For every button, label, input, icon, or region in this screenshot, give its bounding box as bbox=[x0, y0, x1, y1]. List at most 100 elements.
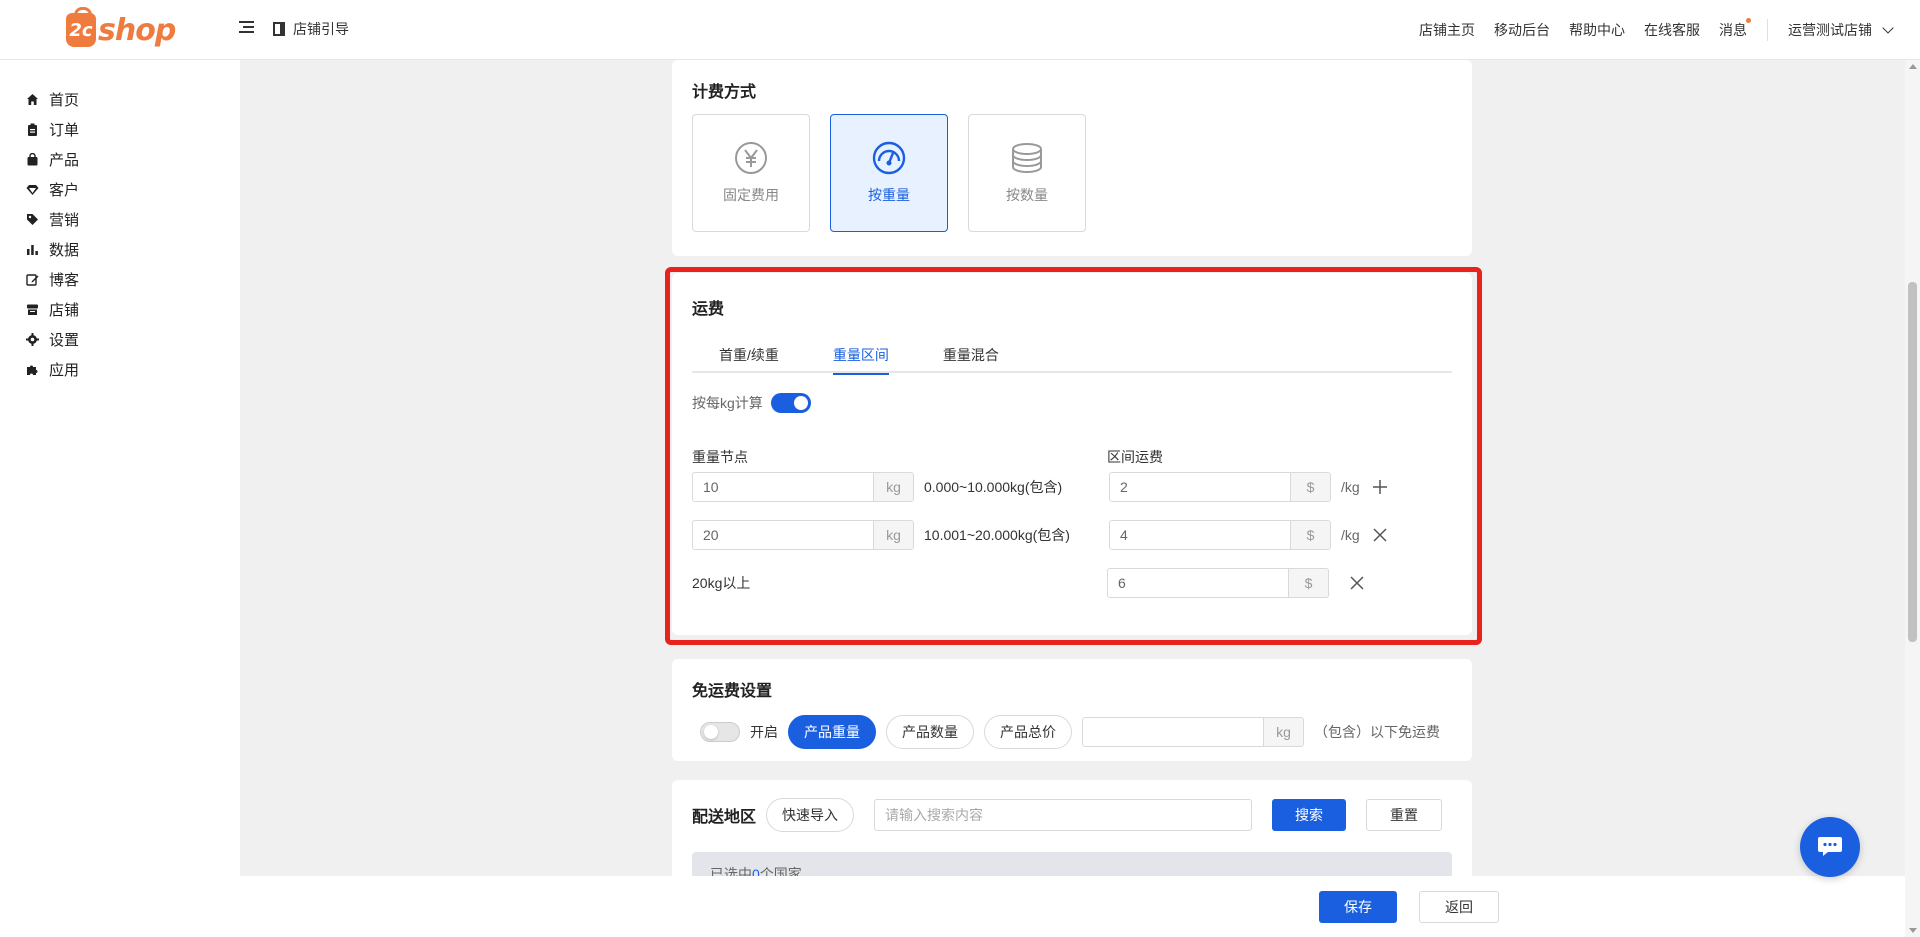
nav-mobile-admin[interactable]: 移动后台 bbox=[1494, 20, 1550, 40]
back-button[interactable]: 返回 bbox=[1419, 891, 1499, 923]
fee-input[interactable]: 4 bbox=[1110, 521, 1290, 549]
free-option-total[interactable]: 产品总价 bbox=[984, 715, 1072, 749]
page-scrollbar[interactable] bbox=[1905, 60, 1920, 937]
database-icon bbox=[1012, 143, 1042, 173]
scroll-down-icon[interactable] bbox=[1909, 928, 1917, 933]
sidebar-item-orders[interactable]: 订单 bbox=[0, 114, 240, 144]
region-toolbar: 配送地区 快速导入 请输入搜索内容 搜索 重置 bbox=[692, 798, 1452, 832]
region-search-input[interactable]: 请输入搜索内容 bbox=[874, 799, 1253, 831]
nav-help-center[interactable]: 帮助中心 bbox=[1569, 20, 1625, 40]
weight-unit: kg bbox=[873, 473, 913, 501]
reset-button[interactable]: 重置 bbox=[1366, 799, 1443, 831]
sidebar-item-label: 数据 bbox=[49, 241, 80, 259]
sidebar-item-label: 应用 bbox=[49, 361, 80, 379]
plus-icon[interactable] bbox=[1370, 477, 1390, 497]
sidebar-item-label: 设置 bbox=[49, 331, 80, 349]
per-kg-toggle[interactable] bbox=[770, 393, 811, 413]
weight-range-text: 0.000~10.000kg(包含) bbox=[924, 479, 1063, 495]
weight-input[interactable]: 20 bbox=[693, 521, 873, 549]
top-nav: 店铺主页 移动后台 帮助中心 在线客服 消息 运营测试店铺 bbox=[1400, 0, 1894, 60]
menu-toggle-icon[interactable] bbox=[239, 21, 254, 35]
footer-bar: 保存 返回 bbox=[240, 876, 1905, 937]
billing-option-label: 按重量 bbox=[868, 187, 910, 203]
bar-chart-icon bbox=[26, 243, 39, 256]
main-content: 计费方式 固定费用 按重量 按数量 运费 首重/续重 重量区间 重量混合 按每k… bbox=[240, 60, 1905, 937]
unread-dot bbox=[1746, 18, 1751, 23]
sidebar-item-label: 店铺 bbox=[49, 301, 80, 319]
nav-messages[interactable]: 消息 bbox=[1719, 18, 1751, 40]
sidebar-item-apps[interactable]: 应用 bbox=[0, 354, 240, 384]
fee-unit: $ bbox=[1290, 473, 1330, 501]
free-shipping-card: 免运费设置 开启 产品重量 产品数量 产品总价 kg （包含）以下免运费 bbox=[672, 659, 1472, 761]
chat-button[interactable] bbox=[1800, 817, 1860, 877]
sidebar-item-label: 营销 bbox=[49, 211, 80, 229]
sidebar-item-customers[interactable]: 客户 bbox=[0, 174, 240, 204]
free-shipping-row: 开启 产品重量 产品数量 产品总价 kg （包含）以下免运费 bbox=[692, 715, 1452, 749]
top-header: 2c shop 店铺引导 店铺主页 移动后台 帮助中心 在线客服 消息 运营测试… bbox=[0, 0, 1920, 60]
search-button[interactable]: 搜索 bbox=[1272, 799, 1347, 831]
diamond-icon bbox=[26, 183, 39, 196]
fee-input-group: 6 $ bbox=[1107, 568, 1329, 598]
billing-option-label: 固定费用 bbox=[723, 187, 779, 203]
gear-icon bbox=[26, 332, 39, 346]
shipping-fee-card: 运费 首重/续重 重量区间 重量混合 按每kg计算 重量节点 区间运费 10 k… bbox=[665, 267, 1482, 645]
chevron-down-icon bbox=[1882, 21, 1894, 34]
sidebar-item-home[interactable]: 首页 bbox=[0, 84, 240, 114]
free-threshold-input[interactable] bbox=[1083, 718, 1263, 746]
store-switcher[interactable]: 运营测试店铺 bbox=[1788, 20, 1894, 40]
per-kg-setting: 按每kg计算 bbox=[692, 393, 1452, 413]
scroll-up-icon[interactable] bbox=[1909, 64, 1917, 69]
sidebar-item-label: 订单 bbox=[49, 121, 80, 139]
billing-options: 固定费用 按重量 按数量 bbox=[692, 114, 1452, 232]
sidebar-item-label: 首页 bbox=[49, 91, 80, 109]
yen-icon bbox=[735, 142, 767, 174]
bag-icon bbox=[26, 152, 39, 166]
weight-above-label: 20kg以上 bbox=[692, 575, 751, 591]
billing-option-weight[interactable]: 按重量 bbox=[830, 114, 948, 232]
fee-input[interactable]: 2 bbox=[1110, 473, 1290, 501]
quick-import-button[interactable]: 快速导入 bbox=[766, 798, 855, 832]
clipboard-icon bbox=[26, 123, 39, 136]
free-shipping-toggle[interactable] bbox=[700, 722, 740, 742]
tab-weight-mixed[interactable]: 重量混合 bbox=[943, 333, 999, 373]
edit-icon bbox=[26, 273, 39, 286]
nav-store-home[interactable]: 店铺主页 bbox=[1419, 20, 1475, 40]
weight-unit: kg bbox=[873, 521, 913, 549]
nav-online-service[interactable]: 在线客服 bbox=[1644, 20, 1700, 40]
weight-node-header: 重量节点 bbox=[692, 449, 748, 465]
shipping-title: 运费 bbox=[692, 301, 725, 318]
sidebar-item-settings[interactable]: 设置 bbox=[0, 324, 240, 354]
scroll-thumb[interactable] bbox=[1908, 282, 1917, 642]
close-icon[interactable] bbox=[1370, 525, 1390, 545]
tab-first-continued-weight[interactable]: 首重/续重 bbox=[719, 333, 779, 373]
close-icon[interactable] bbox=[1347, 573, 1367, 593]
book-icon bbox=[273, 22, 285, 36]
tab-weight-range[interactable]: 重量区间 bbox=[832, 333, 889, 375]
fee-unit: $ bbox=[1288, 569, 1328, 597]
weight-input-group: 10 kg bbox=[692, 472, 914, 502]
region-title: 配送地区 bbox=[692, 809, 757, 826]
store-guide-link[interactable]: 店铺引导 bbox=[273, 19, 349, 39]
billing-option-label: 按数量 bbox=[1006, 187, 1048, 203]
free-option-weight[interactable]: 产品重量 bbox=[788, 715, 876, 749]
logo[interactable]: 2c shop bbox=[66, 7, 176, 50]
billing-option-fixed[interactable]: 固定费用 bbox=[692, 114, 810, 232]
sidebar-item-blog[interactable]: 博客 bbox=[0, 264, 240, 294]
billing-option-quantity[interactable]: 按数量 bbox=[968, 114, 1086, 232]
nav-messages-label: 消息 bbox=[1719, 22, 1747, 38]
sidebar-item-store[interactable]: 店铺 bbox=[0, 294, 240, 324]
save-button[interactable]: 保存 bbox=[1319, 891, 1397, 923]
puzzle-icon bbox=[26, 363, 39, 376]
weight-row: 20 kg 10.001~20.000kg(包含) 4 $ /kg bbox=[692, 520, 1390, 550]
fee-input[interactable]: 6 bbox=[1108, 569, 1288, 597]
sidebar-item-data[interactable]: 数据 bbox=[0, 234, 240, 264]
free-option-quantity[interactable]: 产品数量 bbox=[886, 715, 974, 749]
logo-mark: 2c bbox=[66, 7, 96, 47]
sidebar-item-products[interactable]: 产品 bbox=[0, 144, 240, 174]
free-threshold-group: kg bbox=[1082, 717, 1304, 747]
weight-input[interactable]: 10 bbox=[693, 473, 873, 501]
sidebar: 首页 订单 产品 客户 营销 数据 博客 店铺 设置 应用 bbox=[0, 60, 240, 937]
free-threshold-suffix: （包含）以下免运费 bbox=[1314, 724, 1440, 740]
nav-divider bbox=[1767, 19, 1768, 41]
sidebar-item-marketing[interactable]: 营销 bbox=[0, 204, 240, 234]
